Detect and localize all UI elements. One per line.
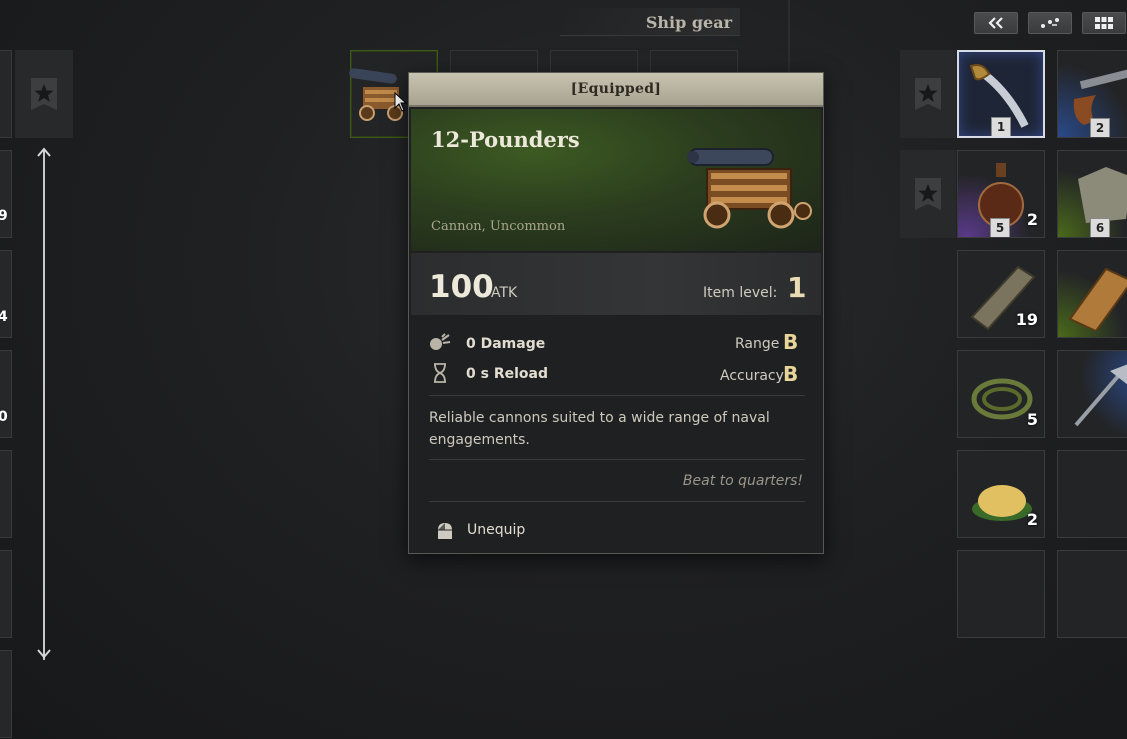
favorite-toggle[interactable] [900, 150, 956, 238]
ship-gear-header: Ship gear [560, 8, 740, 36]
sort-icon [1041, 18, 1059, 28]
stack-count: 2 [1026, 210, 1038, 229]
inventory-slot-empty[interactable] [957, 550, 1045, 638]
ship-gear-title: Ship gear [645, 13, 732, 32]
hourglass-icon [429, 363, 451, 385]
inventory-slot[interactable]: 1 [1057, 250, 1127, 338]
star-icon [31, 78, 57, 110]
item-flavor-text: Beat to quarters! [682, 473, 803, 489]
left-slot[interactable] [0, 50, 12, 138]
cannon-icon [687, 148, 812, 229]
attack-unit: ATK [491, 285, 518, 301]
left-slot[interactable] [0, 650, 12, 738]
favorite-toggle[interactable] [900, 50, 956, 138]
tooltip-divider [429, 501, 805, 502]
scrollbar-track[interactable] [43, 150, 45, 660]
mouse-button-icon [438, 523, 452, 539]
double-chevron-left-icon [988, 17, 1003, 29]
hotkey-badge: 5 [990, 218, 1010, 237]
star-icon [915, 78, 941, 110]
sort-button[interactable] [1028, 12, 1072, 34]
stack-count: 5 [1026, 410, 1038, 429]
item-type-rarity: Cannon, Uncommon [431, 219, 566, 234]
mouse-cursor-icon [394, 92, 408, 112]
star-icon [915, 178, 941, 210]
favorite-toggle[interactable] [15, 50, 73, 138]
tooltip-divider [429, 459, 805, 460]
inventory-slot-empty[interactable] [1057, 450, 1127, 538]
inventory-slot[interactable]: 5 [957, 350, 1045, 438]
left-slot-count: 4 [0, 309, 8, 325]
stack-count: 19 [1015, 310, 1038, 329]
range-grade: B [783, 330, 799, 354]
left-slot[interactable] [0, 450, 12, 538]
item-level-label: Item level: [703, 285, 778, 301]
hotkey-badge: 1 [991, 117, 1011, 136]
accuracy-label: Accuracy [720, 368, 784, 384]
collapse-button[interactable] [974, 12, 1018, 34]
item-name: 12-Pounders [431, 127, 580, 152]
inventory-slot-empty[interactable] [1057, 550, 1127, 638]
tooltip-status-header: [Equipped] [409, 73, 823, 107]
accuracy-grade: B [783, 362, 799, 386]
halberd-icon [1074, 364, 1127, 427]
damage-stat: 0 Damage [466, 336, 546, 352]
left-slot-count: 0 [0, 409, 8, 425]
hotkey-badge: 6 [1090, 218, 1110, 237]
attack-value: 100 [429, 269, 494, 305]
hotkey-badge: 2 [1090, 118, 1110, 137]
inventory-slot[interactable]: 2 [1057, 50, 1127, 138]
timber-icon [1068, 267, 1127, 331]
inventory-slot[interactable] [1057, 350, 1127, 438]
item-level-value: 1 [787, 271, 807, 304]
damage-icon [429, 333, 451, 355]
inventory-slot[interactable]: 2 5 [957, 150, 1045, 238]
unequip-action[interactable]: Unequip [467, 522, 525, 538]
item-tooltip: [Equipped] 12-Pounders Cannon, Uncommon … [408, 72, 824, 554]
item-description: Reliable cannons suited to a wide range … [429, 410, 770, 448]
grid-view-button[interactable] [1082, 12, 1126, 34]
inventory-slot[interactable]: 19 [957, 250, 1045, 338]
tooltip-divider [429, 395, 805, 396]
inventory-slot[interactable]: 2 [957, 450, 1045, 538]
inventory-slot[interactable]: 6 [1057, 150, 1127, 238]
inventory-slot[interactable]: 1 [957, 50, 1045, 138]
grid-icon [1095, 17, 1113, 29]
reload-stat: 0 s Reload [466, 366, 548, 382]
scroll-down-arrow-icon[interactable] [37, 648, 51, 662]
range-label: Range [735, 336, 780, 352]
left-slot[interactable] [0, 550, 12, 638]
left-slot-count: 9 [0, 208, 8, 224]
stack-count: 2 [1026, 510, 1038, 529]
left-slot[interactable] [0, 150, 12, 238]
scroll-up-arrow-icon[interactable] [37, 146, 51, 160]
